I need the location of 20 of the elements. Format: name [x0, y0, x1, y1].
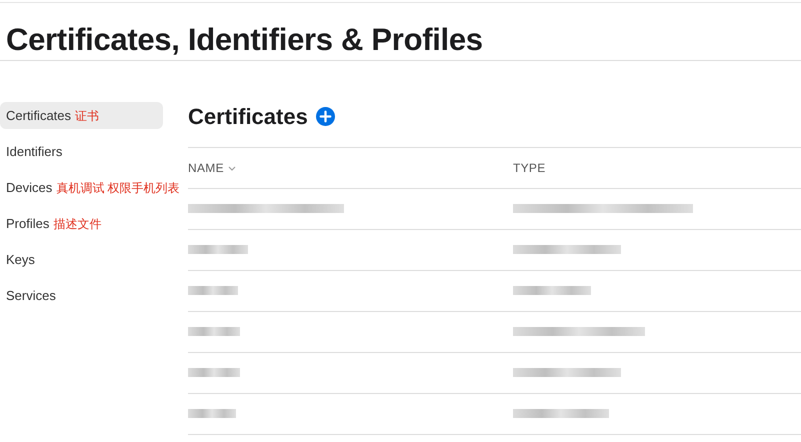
sort-icon[interactable] [228, 166, 236, 171]
sidebar-item[interactable]: Profiles [6, 214, 50, 234]
redacted-text [188, 409, 236, 418]
redacted-text [188, 327, 240, 336]
sidebar-item[interactable]: Keys [0, 246, 169, 274]
annotation-text: 真机调试 权限手机列表 [56, 180, 180, 197]
annotation-text: 证书 [75, 108, 100, 125]
sidebar-item[interactable]: Identifiers [0, 138, 169, 166]
column-header[interactable]: NAME [188, 159, 236, 178]
redacted-text [188, 286, 238, 296]
column-header[interactable]: TYPE [513, 159, 546, 178]
page-title: Certificates, Identifiers & Profiles [6, 21, 484, 58]
annotation-text: 描述文件 [53, 216, 102, 233]
sidebar-item[interactable]: Services [0, 282, 169, 310]
redacted-text [188, 245, 248, 254]
sidebar-item[interactable]: Devices [6, 178, 52, 198]
redacted-text [188, 368, 240, 378]
add-icon[interactable] [316, 107, 335, 126]
sidebar-item[interactable]: Certificates [6, 106, 72, 126]
section-title: Certificates [188, 103, 308, 132]
